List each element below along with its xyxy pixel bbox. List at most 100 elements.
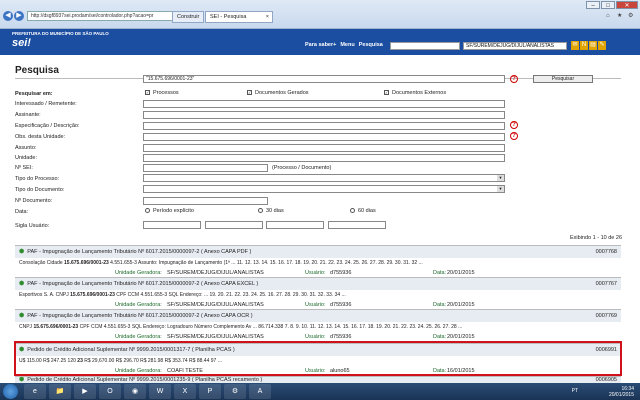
back-icon[interactable]: ◀: [3, 11, 13, 21]
minimize-button[interactable]: –: [586, 1, 600, 9]
result-title-link[interactable]: PAF - Impugnação de Lançamento Tributári…: [27, 281, 258, 287]
data-label: Data:: [15, 208, 29, 215]
settings-icon[interactable]: ⚙: [224, 384, 246, 399]
tab-construir[interactable]: Construir: [172, 11, 204, 23]
60-dias-option[interactable]: 60 dias: [350, 208, 376, 214]
header-search-input[interactable]: [390, 42, 460, 50]
tab-sei-pesquisa[interactable]: SEI - Pesquisa ×: [205, 11, 273, 23]
sei-logo[interactable]: sei!: [12, 37, 31, 49]
pin-icon: ⬢: [19, 281, 25, 287]
sigla-input-2[interactable]: [205, 221, 263, 229]
tipo-processo-row: Tipo do Processo:: [15, 174, 143, 183]
docs-externos-label: Documentos Externos: [392, 90, 447, 96]
home-icon[interactable]: ⌂: [606, 12, 614, 20]
sigla-input-4[interactable]: [328, 221, 386, 229]
unit-select[interactable]: SF/SUREM/DEJUG/DIJUL/ANALISTAS: [463, 42, 567, 50]
url-input[interactable]: http://dsgf8937sei.prodam/sei/controlado…: [27, 11, 192, 21]
forward-icon[interactable]: ▶: [14, 11, 24, 21]
para-saber-link[interactable]: Para saber+: [305, 42, 336, 48]
tipo-processo-label: Tipo do Processo:: [15, 175, 60, 182]
word-icon[interactable]: W: [149, 384, 171, 399]
check-icon[interactable]: ✓: [384, 90, 389, 96]
nsei-input[interactable]: [143, 163, 268, 172]
help-icon[interactable]: ?: [510, 121, 518, 129]
mail-icon[interactable]: ✉: [571, 41, 579, 50]
results-count: Exibindo 1 - 10 de 26: [570, 235, 622, 241]
clock[interactable]: 16:34 20/01/2015: [609, 386, 634, 398]
page-title: Pesquisa: [15, 65, 59, 76]
pesquisa-label: Pesquisa: [358, 42, 383, 48]
acrobat-icon[interactable]: A: [249, 384, 271, 399]
processos-option[interactable]: ✓ Processos: [145, 90, 179, 96]
docs-externos-option[interactable]: ✓ Documentos Externos: [384, 90, 446, 96]
radio-icon[interactable]: [145, 208, 150, 214]
obs-input[interactable]: [143, 132, 505, 141]
especificacao-row: Especificação / Descrição:: [15, 121, 505, 130]
chrome-icon[interactable]: ◉: [124, 384, 146, 399]
ie-icon[interactable]: e: [24, 384, 46, 399]
data-row: Data:: [15, 207, 143, 216]
help-icon[interactable]: ?: [510, 132, 518, 140]
especificacao-input[interactable]: [143, 121, 505, 130]
processos-label: Processos: [153, 90, 179, 96]
30-dias-label: 30 dias: [266, 208, 284, 214]
menu-link[interactable]: Menu: [340, 42, 354, 48]
result-number[interactable]: 0007768: [596, 246, 617, 258]
periodo-option[interactable]: Período explícito: [145, 208, 194, 214]
obs-row: Obs. desta Unidade:: [15, 132, 505, 141]
ndocumento-row: Nº Documento:: [15, 196, 268, 205]
new-icon[interactable]: N: [580, 41, 588, 50]
favorites-icon[interactable]: ★: [617, 12, 625, 20]
search-input[interactable]: "15.675.696/0001-23": [143, 75, 505, 83]
powerpoint-icon[interactable]: P: [199, 384, 221, 399]
excel-icon[interactable]: X: [174, 384, 196, 399]
radio-icon[interactable]: [258, 208, 263, 214]
30-dias-option[interactable]: 30 dias: [258, 208, 284, 214]
unidade-label: Unidade:: [15, 154, 38, 161]
result-number[interactable]: 0007769: [596, 310, 617, 322]
unidade-row: Unidade:: [15, 153, 505, 162]
maximize-button[interactable]: □: [601, 1, 615, 9]
assinante-input[interactable]: [143, 110, 505, 119]
obs-label: Obs. desta Unidade:: [15, 133, 66, 140]
folder-icon[interactable]: 📁: [49, 384, 71, 399]
list-icon[interactable]: ▤: [589, 41, 597, 50]
snippet-match: 15.675.696/0001-23: [33, 324, 79, 330]
sigla-input-1[interactable]: [143, 221, 201, 229]
address-bar-group: ◀ ▶ http://dsgf8937sei.prodam/sei/contro…: [3, 11, 192, 21]
radio-icon[interactable]: [350, 208, 355, 214]
pesquisar-button[interactable]: Pesquisar: [533, 75, 593, 83]
language-indicator[interactable]: PT: [572, 388, 578, 394]
assinante-row: Assinante:: [15, 110, 505, 119]
clock-date: 20/01/2015: [608, 392, 634, 398]
media-icon[interactable]: ▶: [74, 384, 96, 399]
result-title-link[interactable]: PAF - Impugnação de Lançamento Tributári…: [27, 313, 252, 319]
assinante-label: Assinante:: [15, 111, 41, 118]
start-button[interactable]: [3, 384, 18, 399]
outlook-icon[interactable]: O: [99, 384, 121, 399]
snippet-text: CPF CCM 4.551.655-3 SQL Endereço: ... 19…: [114, 292, 346, 298]
close-window-button[interactable]: ✕: [616, 1, 638, 9]
sigla-label: Sigla Usuário:: [15, 222, 50, 229]
check-icon[interactable]: ✓: [145, 90, 150, 96]
tipo-documento-select[interactable]: [143, 185, 505, 193]
snippet-text: Consolação Cidade: [19, 260, 65, 266]
check-icon[interactable]: ✓: [247, 90, 252, 96]
ndocumento-input[interactable]: [143, 196, 268, 205]
docs-gerados-option[interactable]: ✓ Documentos Gerados: [247, 90, 309, 96]
assunto-input[interactable]: [143, 143, 505, 152]
edit-icon[interactable]: ✎: [598, 41, 606, 50]
sigla-input-3[interactable]: [266, 221, 324, 229]
snippet-match: 15.675.696/0001-23: [64, 260, 109, 266]
gear-icon[interactable]: ⚙: [628, 12, 636, 20]
result-number[interactable]: 0007767: [596, 278, 617, 290]
help-icon[interactable]: ?: [510, 75, 518, 83]
result-title-link[interactable]: PAF - Impugnação de Lançamento Tributári…: [27, 249, 251, 255]
especificacao-label: Especificação / Descrição:: [15, 122, 80, 129]
close-tab-icon[interactable]: ×: [266, 12, 269, 23]
tipo-processo-select[interactable]: [143, 174, 505, 182]
docs-gerados-label: Documentos Gerados: [255, 90, 309, 96]
header-icons: ✉ N ▤ ✎: [571, 41, 606, 50]
unidade-input[interactable]: [143, 153, 505, 162]
interessado-input[interactable]: [143, 99, 505, 108]
